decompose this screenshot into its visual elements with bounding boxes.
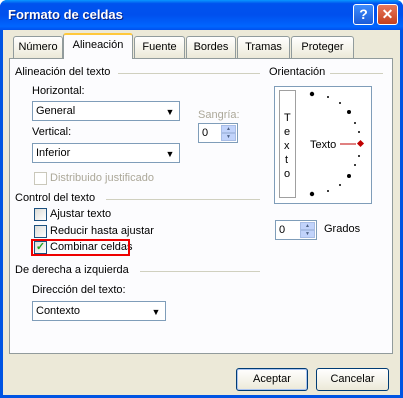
ok-button[interactable]: Aceptar (236, 368, 308, 391)
vertical-text-toggle[interactable]: T e x t o (279, 90, 296, 198)
vertical-text-letter: t (285, 154, 289, 166)
indent-value[interactable]: 0 (202, 127, 208, 139)
dial-end-marker (309, 91, 315, 97)
dial-tick (354, 164, 356, 166)
vertical-dropdown[interactable]: Inferior ▼ (32, 143, 180, 163)
text-direction-label: Dirección del texto: (32, 284, 126, 296)
horizontal-value: General (36, 105, 76, 117)
vertical-text-letter: T (284, 112, 291, 124)
dial-tick (327, 96, 329, 98)
text-direction-value: Contexto (36, 305, 81, 317)
shrink-to-fit-label[interactable]: Reducir hasta ajustar (50, 225, 154, 237)
dial-handle-icon[interactable] (356, 139, 365, 148)
tab-tramas[interactable]: Tramas (237, 36, 290, 58)
vertical-value: Inferior (36, 147, 71, 159)
degrees-spinner[interactable]: 0 ▲ ▼ (275, 220, 317, 240)
tab-numero[interactable]: Número (13, 36, 63, 58)
degrees-label: Grados (324, 223, 361, 235)
dial-tick (339, 102, 341, 104)
vertical-label: Vertical: (32, 126, 72, 138)
distributed-checkbox[interactable] (34, 172, 47, 185)
vertical-text-letter: e (284, 126, 291, 138)
dial-tick (354, 122, 356, 124)
dial-tick (347, 174, 351, 178)
vertical-text-letter: o (284, 168, 291, 180)
dial-tick (358, 155, 360, 157)
help-button[interactable]: ? (353, 4, 374, 25)
alignment-section-title: Alineación del texto (15, 66, 111, 78)
vertical-text-letter: x (284, 140, 290, 152)
indent-label: Sangría: (198, 109, 240, 121)
spin-up-icon[interactable]: ▲ (221, 125, 236, 133)
chevron-down-icon[interactable]: ▼ (162, 103, 178, 119)
orientation-divider (330, 73, 383, 74)
close-button[interactable]: ✕ (377, 4, 398, 25)
spin-down-icon[interactable]: ▼ (221, 133, 236, 141)
tab-bordes[interactable]: Bordes (186, 36, 236, 58)
rtl-divider (140, 271, 260, 272)
horizontal-dropdown[interactable]: General ▼ (32, 101, 180, 121)
title-bar[interactable]: Formato de celdas ? ✕ (0, 0, 403, 30)
indent-spinner[interactable]: 0 ▲ ▼ (198, 123, 238, 143)
dial-tick (339, 184, 341, 186)
window-title: Formato de celdas (8, 7, 123, 22)
chevron-down-icon[interactable]: ▼ (148, 303, 164, 319)
wrap-text-checkbox[interactable] (34, 208, 47, 221)
spin-up-icon[interactable]: ▲ (300, 222, 315, 230)
merge-cells-highlight (31, 239, 130, 256)
spin-down-icon[interactable]: ▼ (300, 230, 315, 238)
dial-text: Texto (310, 139, 337, 151)
tab-alineacion[interactable]: Alineación (63, 33, 133, 59)
chevron-down-icon[interactable]: ▼ (162, 145, 178, 161)
horizontal-label: Horizontal: (32, 85, 85, 97)
wrap-text-label[interactable]: Ajustar texto (50, 208, 111, 220)
alignment-divider (118, 73, 260, 74)
tab-fuente[interactable]: Fuente (134, 36, 185, 58)
dial-tick (358, 131, 360, 133)
orientation-section-title: Orientación (269, 66, 326, 78)
text-control-section-title: Control del texto (15, 192, 96, 204)
dial-tick (327, 190, 329, 192)
degrees-value[interactable]: 0 (279, 224, 285, 236)
text-control-divider (106, 199, 260, 200)
text-direction-dropdown[interactable]: Contexto ▼ (32, 301, 166, 321)
cancel-button[interactable]: Cancelar (316, 368, 389, 391)
dial-tick (347, 110, 351, 114)
shrink-to-fit-checkbox[interactable] (34, 225, 47, 238)
dial-end-marker (309, 191, 315, 197)
tab-proteger[interactable]: Proteger (291, 36, 354, 58)
rtl-section-title: De derecha a izquierda (15, 264, 129, 276)
distributed-label: Distribuido justificado (50, 172, 154, 184)
